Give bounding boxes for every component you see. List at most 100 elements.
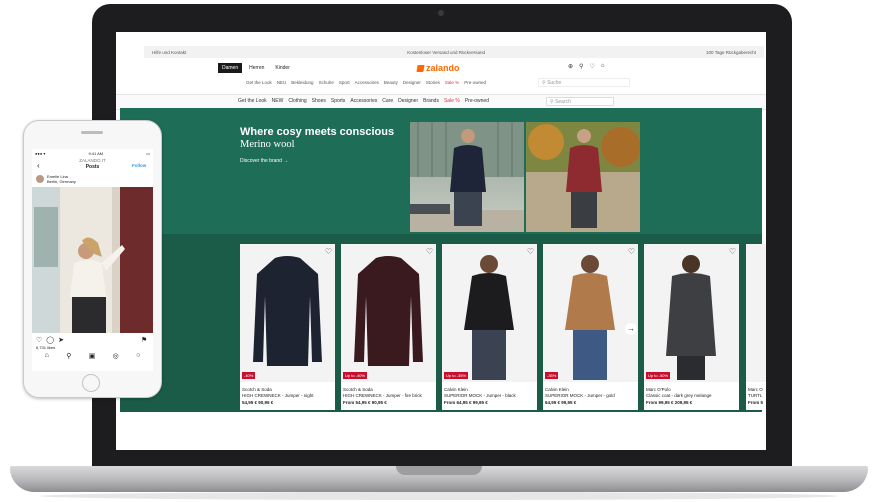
heart-icon[interactable]: ♡ — [589, 63, 594, 70]
discover-brand-link[interactable]: Discover the brand → — [240, 158, 288, 164]
shop-icon[interactable]: ◎ — [113, 352, 119, 360]
subnav-item[interactable]: Care — [382, 98, 393, 104]
product-card-partial[interactable]: Marc O TURTL From 5 — [746, 244, 766, 410]
nav-item-sale[interactable]: Sale % — [445, 80, 459, 85]
wishlist-heart-icon[interactable]: ♡ — [628, 247, 635, 256]
product-price: From 5 — [748, 400, 764, 405]
likes-count: 6,731 likes — [36, 345, 56, 350]
phone-home-button[interactable] — [82, 374, 100, 392]
subnav-item[interactable]: Get the Look — [238, 98, 267, 104]
comment-icon[interactable]: ◯ — [46, 336, 54, 344]
subnav-item[interactable]: Designer — [398, 98, 418, 104]
post-actions: ♡ ◯ ➤ — [36, 336, 64, 344]
follow-button[interactable]: Follow — [132, 163, 146, 168]
product-image: ♡ Up to -40% — [341, 244, 436, 382]
subnav-item-sale[interactable]: Sale % — [444, 98, 460, 104]
product-price: 64,95 € 99,95 € — [545, 400, 577, 405]
product-brand: Marc O — [748, 387, 763, 392]
gender-tabs: Damen Herren Kinder — [218, 63, 294, 73]
signal-indicator: ●●● ▾ — [35, 151, 46, 156]
discount-badge: Up to -35% — [444, 372, 469, 379]
product-card[interactable]: ♡ Up to -50% Marc O'Polo Classic coat - … — [644, 244, 739, 410]
battery-icon: ▭ — [146, 151, 150, 156]
nav-item[interactable]: Get the Look — [246, 80, 272, 85]
zalando-logo-text: zalando — [426, 63, 460, 73]
nav-item[interactable]: Bekleidung — [291, 80, 313, 85]
hero-banner[interactable]: Where cosy meets conscious Merino wool D… — [120, 108, 762, 234]
tab-kids[interactable]: Kinder — [271, 63, 293, 73]
tab-women[interactable]: Damen — [218, 63, 243, 73]
product-price: 54,95 € 90,95 € — [242, 400, 274, 405]
product-image: ♡ Up to -35% — [442, 244, 537, 382]
reels-icon[interactable]: ▣ — [89, 352, 96, 360]
search-icon[interactable]: ⚲ — [66, 352, 71, 360]
heart-icon[interactable]: ♡ — [36, 336, 42, 344]
subnav-item[interactable]: Clothing — [288, 98, 306, 104]
product-price: From 54,95 € 90,95 € — [343, 400, 387, 405]
wishlist-heart-icon[interactable]: ♡ — [325, 247, 332, 256]
product-brand: Marc O'Polo — [646, 387, 671, 392]
subnav-item[interactable]: Sports — [331, 98, 345, 104]
subnav-item[interactable]: Brands — [423, 98, 439, 104]
help-link[interactable]: Hilfe und Kontakt — [152, 50, 186, 55]
laptop-notch — [396, 466, 482, 475]
avatar[interactable] — [36, 175, 44, 183]
laptop-base — [10, 466, 868, 492]
nav-item[interactable]: Beauty — [384, 80, 398, 85]
subnav-item[interactable]: Shoes — [312, 98, 326, 104]
globe-icon[interactable]: ⊕ — [568, 63, 573, 70]
nav-item[interactable]: Sport — [339, 80, 350, 85]
product-card[interactable]: ♡ -35% Calvin Klein SUPERIOR MOCK - Jump… — [543, 244, 638, 410]
discount-badge: Up to -50% — [646, 372, 671, 379]
discount-badge: -40% — [242, 372, 256, 379]
product-name: SUPERIOR MOCK - Jumper - gold — [545, 393, 615, 398]
post-author[interactable]: Emelie Lina Berlin, Germany — [47, 174, 76, 184]
bookmark-icon[interactable]: ⚑ — [141, 336, 147, 344]
subnav-item[interactable]: NEW — [272, 98, 284, 104]
main-nav: Get the Look NEU Bekleidung Schuhe Sport… — [246, 80, 486, 85]
profile-icon[interactable]: ○ — [136, 352, 140, 360]
product-card[interactable]: ♡ Up to -35% Calvin Klein SUPERIOR MOCK … — [442, 244, 537, 410]
product-price: From 99,95 € 209,95 € — [646, 400, 693, 405]
wishlist-heart-icon[interactable]: ♡ — [426, 247, 433, 256]
phone-speaker — [81, 131, 103, 134]
product-image: ♡ -40% — [240, 244, 335, 382]
wishlist-heart-icon[interactable]: ♡ — [729, 247, 736, 256]
search-input[interactable]: ⚲ Suche — [538, 78, 630, 87]
share-icon[interactable]: ➤ — [58, 336, 64, 344]
carousel-next-arrow-icon[interactable]: → — [625, 323, 637, 335]
product-price: From 64,95 € 99,95 € — [444, 400, 488, 405]
post-location: Berlin, Germany — [47, 179, 76, 184]
nav-item[interactable]: Designer — [403, 80, 421, 85]
zalando-logo[interactable]: zalando — [416, 63, 460, 73]
instagram-post-photo[interactable] — [32, 187, 153, 333]
laptop-camera — [438, 10, 444, 16]
status-bar: ●●● ▾ 9:41 AM ▭ — [35, 151, 150, 156]
product-brand: Scotch & Soda — [343, 387, 373, 392]
hero-title: Where cosy meets conscious — [240, 126, 395, 138]
subnav-item[interactable]: Pre-owned — [465, 98, 489, 104]
product-image — [746, 244, 766, 382]
product-image: ♡ Up to -50% — [644, 244, 739, 382]
product-name: SUPERIOR MOCK - Jumper - black — [444, 393, 516, 398]
nav-item[interactable]: Pre-owned — [464, 80, 486, 85]
user-icon[interactable]: ⚲ — [579, 63, 583, 70]
nav-item[interactable]: Schuhe — [319, 80, 334, 85]
secondary-search-input[interactable]: ⚲ Search — [546, 97, 614, 106]
nav-item[interactable]: Accessoires — [355, 80, 379, 85]
laptop-shadow — [40, 492, 838, 500]
nav-item[interactable]: Stories — [426, 80, 440, 85]
product-name: Classic coat - dark grey melange — [646, 393, 712, 398]
product-card[interactable]: ♡ -40% Scotch & Soda HIGH CREWNECK - Jum… — [240, 244, 335, 410]
zalando-logo-mark-icon — [416, 64, 425, 72]
bag-icon[interactable]: ⌂ — [601, 63, 605, 70]
nav-item[interactable]: NEU — [277, 80, 287, 85]
hero-photo-red-jumper — [526, 122, 640, 232]
subnav-item[interactable]: Accessories — [350, 98, 377, 104]
returns-note: 100 Tage Rückgaberecht — [706, 49, 756, 55]
tab-men[interactable]: Herren — [245, 63, 268, 73]
product-card[interactable]: ♡ Up to -40% Scotch & Soda HIGH CREWNECK… — [341, 244, 436, 410]
product-name: HIGH CREWNECK - Jumper - fire brick — [343, 393, 422, 398]
home-icon[interactable]: ⌂ — [45, 352, 49, 360]
wishlist-heart-icon[interactable]: ♡ — [527, 247, 534, 256]
